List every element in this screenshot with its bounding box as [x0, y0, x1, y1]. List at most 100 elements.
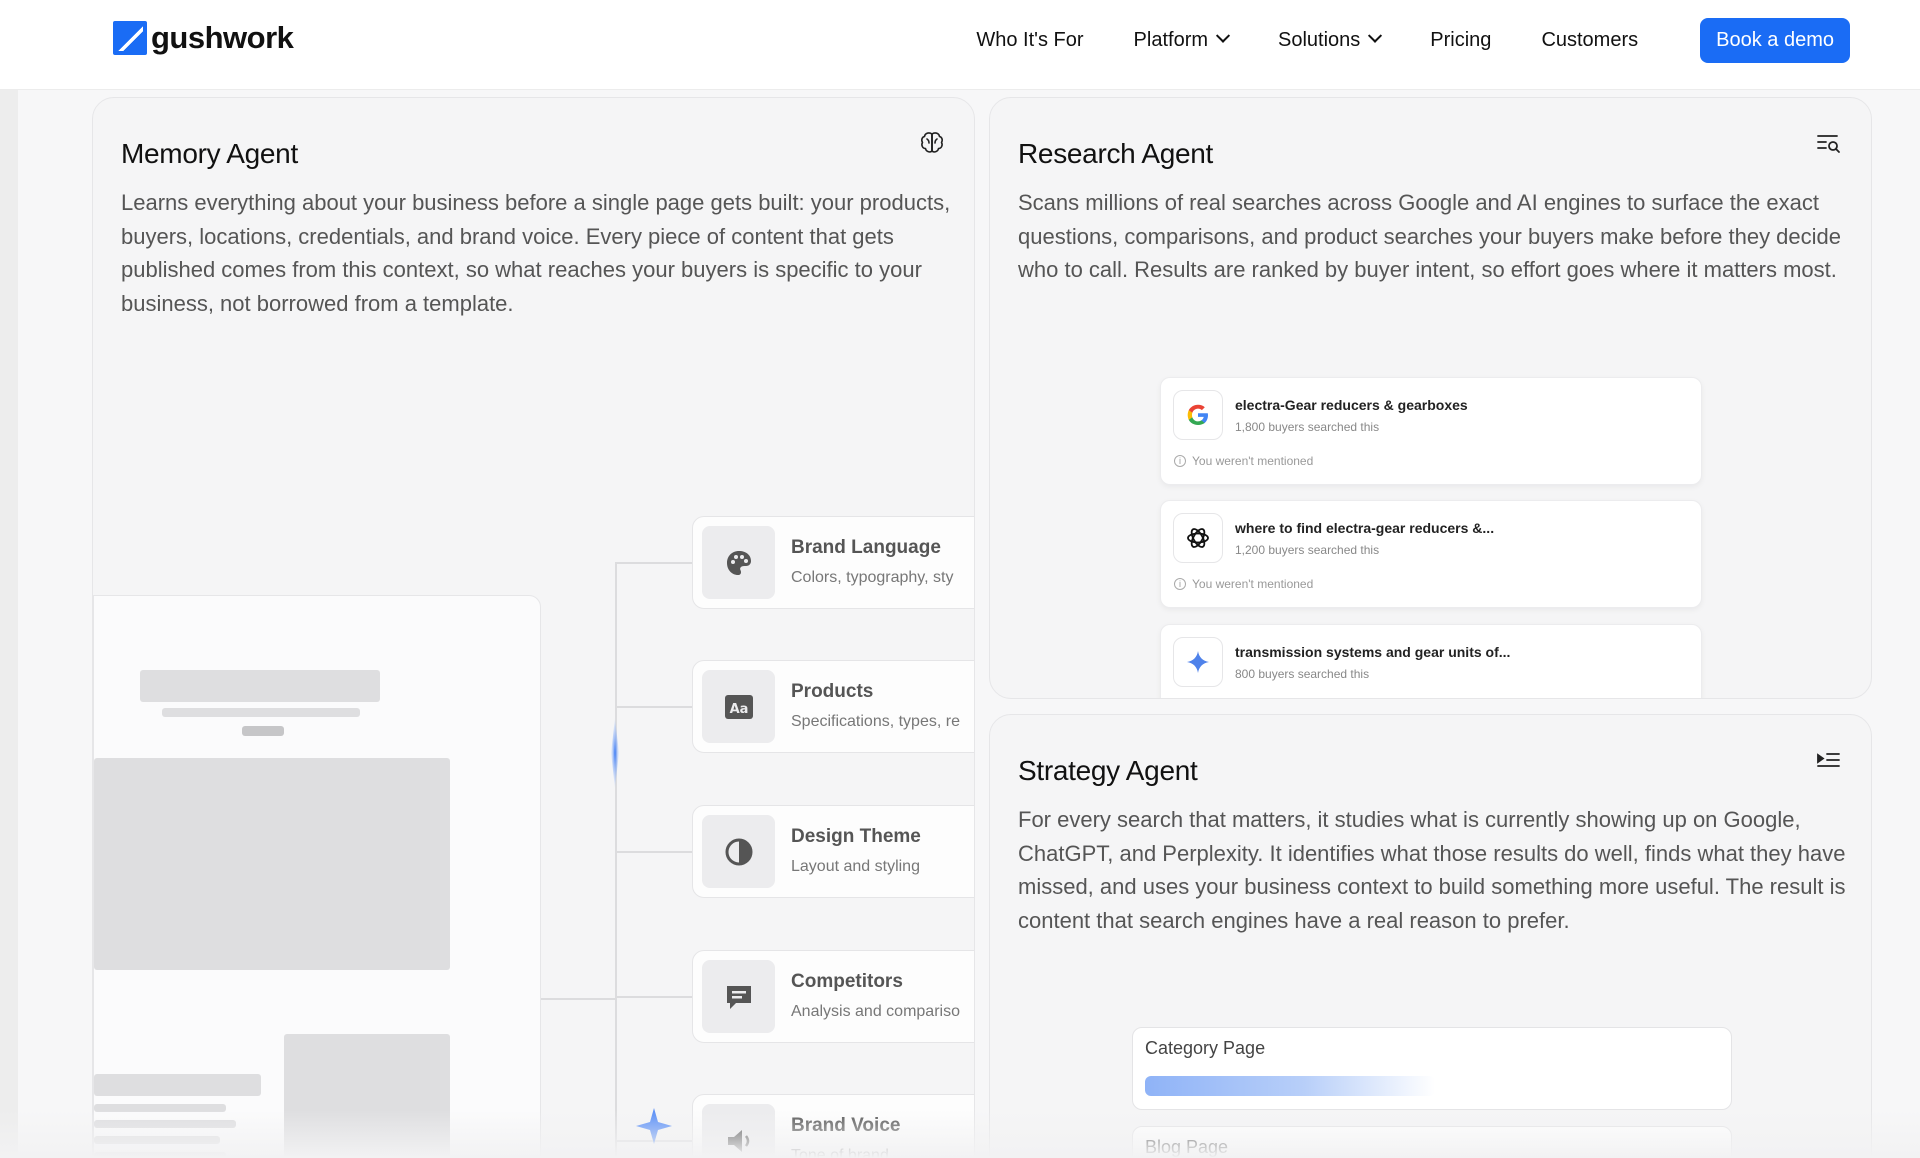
info-icon: i [1174, 455, 1186, 467]
page-progress-bar [1145, 1076, 1435, 1096]
mention-status-text: You weren't mentioned [1192, 577, 1314, 591]
node-title: Competitors [791, 971, 903, 992]
search-list-icon [1817, 135, 1840, 153]
node-subtitle: Specifications, types, re [791, 713, 960, 730]
brand-name: gushwork [151, 20, 294, 55]
node-title: Brand Voice [791, 1115, 901, 1136]
nav-link-label: Platform [1133, 28, 1209, 51]
connector-branch [615, 851, 693, 853]
mockup-hero-image [94, 758, 450, 970]
nav-link-label: Who It's For [976, 28, 1084, 51]
chevron-down-icon [1368, 28, 1383, 43]
chatgpt-icon [1187, 528, 1209, 548]
content-page-card: Blog Page [1132, 1126, 1732, 1158]
brain-icon [921, 132, 943, 153]
memory-node-products: Aa Products Specifications, types, re [692, 660, 974, 753]
node-icon-box [702, 526, 775, 599]
comment-icon [726, 985, 751, 1009]
node-title: Design Theme [791, 826, 921, 847]
card-description: Scans millions of real searches across G… [1018, 190, 1842, 282]
info-icon: i [1174, 578, 1186, 590]
card-title: Memory Agent [121, 138, 298, 169]
chevron-down-icon [1215, 28, 1231, 43]
strategy-agent-card: Strategy Agent For every search that mat… [989, 714, 1872, 1158]
nav-link-label: Solutions [1278, 28, 1361, 51]
mockup-button [242, 726, 284, 736]
connector-branch [615, 706, 693, 708]
nav-pricing[interactable]: Pricing [1430, 29, 1491, 52]
card-title: Strategy Agent [1018, 755, 1198, 786]
connector-branch [615, 562, 693, 564]
mockup-text-line [94, 1152, 226, 1158]
card-description: Learns everything about your business be… [121, 190, 951, 316]
mockup-heading [140, 670, 380, 702]
sparkle-glow-icon [636, 1108, 672, 1144]
node-subtitle: Tone of brand [791, 1147, 889, 1158]
node-icon-box [702, 815, 775, 888]
speaker-icon [727, 1129, 749, 1152]
node-subtitle: Analysis and compariso [791, 1003, 960, 1020]
sparkle-glow-icon [611, 718, 619, 788]
engine-logo-box [1173, 637, 1223, 687]
memory-node-competitors: Competitors Analysis and compariso [692, 950, 974, 1043]
page-left-edge [0, 90, 18, 1158]
page-type-label: Blog Page [1145, 1137, 1229, 1157]
nav-link-label: Pricing [1430, 28, 1492, 51]
mockup-text-line [94, 1104, 226, 1112]
search-query: electra-Gear reducers & gearboxes [1235, 397, 1468, 413]
mention-status: i You weren't mentioned [1174, 454, 1313, 468]
search-result-row: electra-Gear reducers & gearboxes 1,800 … [1160, 377, 1702, 485]
brand-logo[interactable]: gushwork [113, 20, 294, 56]
card-title: Research Agent [1018, 138, 1214, 169]
connector-trunk [615, 562, 617, 1158]
memory-node-brand-language: Brand Language Colors, typography, sty [692, 516, 974, 609]
nav-customers[interactable]: Customers [1541, 29, 1638, 52]
search-volume: 1,200 buyers searched this [1235, 543, 1380, 557]
mention-status-text: You weren't mentioned [1192, 454, 1314, 468]
mockup-subline [162, 708, 360, 717]
nav-solutions[interactable]: Solutions [1278, 28, 1383, 52]
contrast-icon [725, 838, 752, 865]
research-agent-card: Research Agent Scans millions of real se… [989, 97, 1872, 699]
search-query: transmission systems and gear units of..… [1235, 644, 1511, 660]
logo-icon [113, 21, 147, 55]
mockup-text-line [94, 1136, 220, 1144]
node-icon-box [702, 960, 775, 1033]
nav-link-label: Customers [1541, 28, 1639, 51]
memory-agent-card: Memory Agent Learns everything about you… [92, 97, 975, 1158]
gemini-icon [1187, 651, 1209, 673]
indent-list-icon [1817, 753, 1840, 767]
mockup-side-image [284, 1034, 450, 1158]
mockup-text-line [94, 1120, 236, 1128]
mention-status: i You weren't mentioned [1174, 577, 1313, 591]
engine-logo-box [1173, 513, 1223, 563]
search-result-row: transmission systems and gear units of..… [1160, 624, 1702, 698]
book-demo-button[interactable]: Book a demo [1700, 17, 1850, 63]
search-volume: 1,800 buyers searched this [1235, 420, 1380, 434]
node-icon-box [702, 1104, 775, 1158]
font-icon: Aa [724, 694, 753, 719]
nav-links: Who It's For Platform Solutions Pricing … [976, 0, 1920, 80]
palette-icon [726, 550, 751, 575]
content-page-card: Category Page [1132, 1027, 1732, 1110]
search-volume: 800 buyers searched this [1235, 667, 1370, 681]
top-navbar: gushwork Who It's For Platform Solutions… [0, 0, 1920, 90]
svg-text:Aa: Aa [729, 702, 748, 717]
page-type-label: Category Page [1145, 1038, 1266, 1058]
connector-branch [615, 996, 693, 998]
node-title: Products [791, 681, 874, 702]
search-query: where to find electra-gear reducers &... [1235, 520, 1495, 536]
engine-logo-box [1173, 390, 1223, 440]
search-result-row: where to find electra-gear reducers &...… [1160, 500, 1702, 608]
memory-node-brand-voice: Brand Voice Tone of brand [692, 1094, 974, 1158]
nav-who-its-for[interactable]: Who It's For [976, 29, 1083, 52]
node-icon-box: Aa [702, 670, 775, 743]
google-icon [1187, 404, 1208, 425]
node-title: Brand Language [791, 537, 941, 558]
website-mockup [93, 595, 541, 1158]
node-subtitle: Layout and styling [791, 858, 920, 875]
node-subtitle: Colors, typography, sty [791, 569, 954, 586]
card-description: For every search that matters, it studie… [1018, 807, 1846, 933]
nav-platform[interactable]: Platform [1133, 28, 1231, 52]
connector-line [541, 998, 615, 1000]
